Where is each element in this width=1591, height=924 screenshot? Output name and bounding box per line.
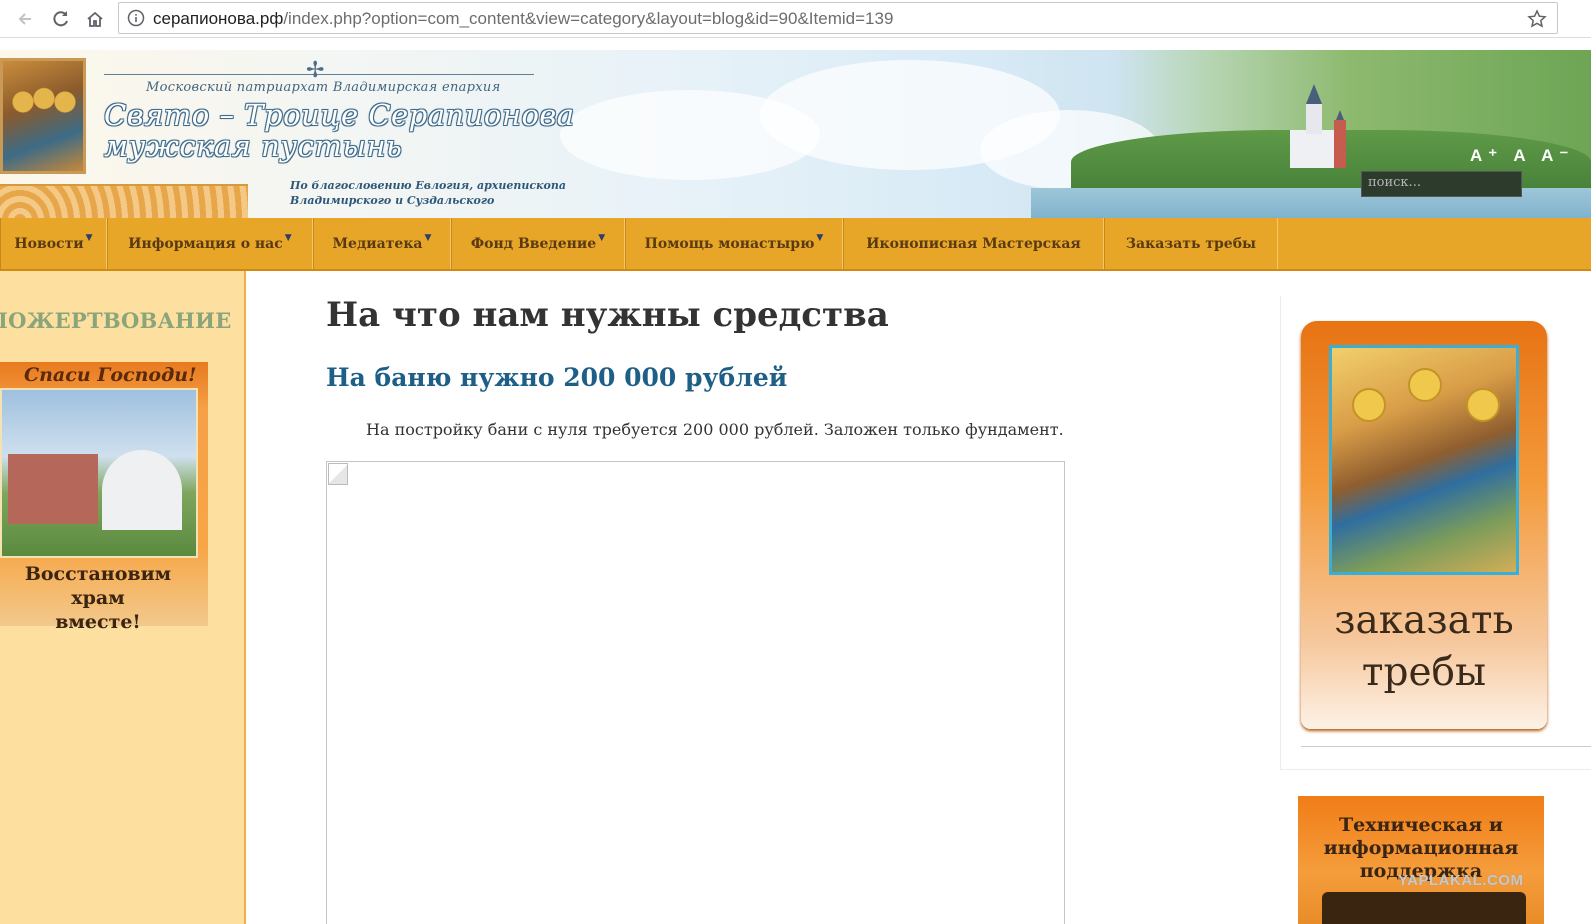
order-treby-line2: требы (1361, 650, 1487, 695)
halo (1466, 388, 1500, 422)
article-title-link[interactable]: На баню нужно 200 000 рублей (326, 363, 787, 392)
menu-item-news[interactable]: Новости ▼ (0, 218, 107, 269)
order-treby-banner[interactable]: заказать требы (1301, 321, 1547, 729)
main-menu: Новости ▼ Информация о нас ▼ Медиатека ▼ Фо… (0, 218, 1591, 271)
donation-banner[interactable]: Спаси Господи! Восстановим храм вместе! (0, 362, 208, 633)
arrow-left-icon[interactable] (12, 6, 38, 32)
decorative-ornament (0, 184, 248, 218)
tech-support-line1: Техническая и (1339, 814, 1503, 836)
trinity-icon-image (1329, 345, 1519, 575)
info-icon[interactable] (127, 9, 145, 31)
menu-item-about[interactable]: Информация о нас ▼ (107, 218, 313, 269)
chevron-down-icon: ▼ (598, 232, 606, 243)
halo (1352, 388, 1386, 422)
halo (1408, 368, 1442, 402)
blessing-line2: Владимирского и Суздальского (290, 194, 495, 207)
menu-item-label: Заказать требы (1125, 235, 1257, 252)
menu-item-fund[interactable]: Фонд Введение ▼ (451, 218, 625, 269)
chevron-down-icon: ▼ (85, 232, 93, 243)
reload-icon[interactable] (48, 6, 74, 32)
blessing-line1: По благословению Евлогия, архиепископа (290, 179, 566, 192)
article-text: На постройку бани с нуля требуется 200 0… (366, 420, 1064, 439)
url-path: /index.php?option=com_content&view=categ… (283, 9, 894, 28)
chevron-down-icon: ▼ (284, 232, 292, 243)
menu-item-label: Новости (14, 235, 84, 252)
address-bar[interactable]: серапионова.рф/index.php?option=com_cont… (118, 2, 1558, 34)
blessing-text: По благословению Евлогия, архиепископа В… (290, 178, 566, 208)
browser-toolbar: серапионова.рф/index.php?option=com_cont… (0, 0, 1591, 38)
site-title-line2: мужская пустынь (104, 129, 403, 163)
home-icon[interactable] (82, 6, 108, 32)
chevron-down-icon: ▼ (424, 232, 432, 243)
church-photo (0, 388, 198, 558)
url-host: серапионова.рф (153, 9, 284, 28)
site-header-banner: Московский патриархат Владимирская епарх… (0, 50, 1591, 218)
chevron-down-icon: ▼ (816, 232, 824, 243)
page-title: На что нам нужны средства (326, 295, 889, 335)
order-treby-text: заказать требы (1301, 595, 1547, 699)
ruined-church (8, 454, 98, 524)
order-treby-line1: заказать (1334, 598, 1514, 643)
donation-banner-line2: вместе! (55, 611, 141, 633)
site-title[interactable]: Свято – Троице Серапионова мужская пусты… (104, 100, 575, 162)
tech-support-line2: информационная (1323, 837, 1519, 859)
donation-banner-line1: Восстановим храм (24, 563, 172, 609)
ornament-line (104, 58, 534, 83)
menu-item-label: Фонд Введение (470, 235, 597, 252)
menu-item-label: Иконописная Мастерская (866, 235, 1081, 252)
menu-item-label: Информация о нас (128, 235, 283, 252)
broken-image-icon (328, 463, 348, 485)
menu-item-icon-workshop[interactable]: Иконописная Мастерская (843, 218, 1104, 269)
menu-item-media[interactable]: Медиатека ▼ (313, 218, 451, 269)
watermark: YAPLAKAL.COM (1398, 872, 1524, 889)
donation-heading: ПОЖЕРТВОВАНИЕ (0, 308, 232, 333)
tech-support-dark-bar (1322, 892, 1526, 924)
menu-item-label: Медиатека (332, 235, 423, 252)
donation-banner-top-text: Спаси Господи! (24, 364, 197, 386)
donation-banner-bottom-text: Восстановим храм вместе! (0, 562, 196, 634)
menu-item-help[interactable]: Помощь монастырю ▼ (625, 218, 843, 269)
right-panel: заказать требы (1280, 296, 1591, 770)
tech-support-banner[interactable]: Техническая и информационная поддержка (1298, 796, 1544, 924)
search-input[interactable]: поиск... (1361, 171, 1522, 197)
right-sidebar: заказать требы Техническая и информацион… (1278, 296, 1591, 924)
main-content: На что нам нужны средства На баню нужно … (248, 271, 1278, 924)
divider (1301, 746, 1591, 747)
header-top-line: Московский патриархат Владимирская епарх… (146, 80, 501, 95)
star-icon[interactable] (1527, 9, 1547, 33)
church-icon (1290, 84, 1346, 168)
font-size-controls[interactable]: A⁺ A A⁻ (1470, 146, 1574, 166)
menu-item-label: Помощь монастырю (644, 235, 815, 252)
article-image (326, 461, 1065, 924)
church-building (102, 450, 182, 530)
menu-item-order-treby[interactable]: Заказать требы (1104, 218, 1278, 269)
site-title-line1: Свято – Троице Серапионова (104, 98, 575, 132)
trinity-icon-image (0, 58, 86, 174)
url-text: серапионова.рф/index.php?option=com_cont… (153, 9, 893, 29)
left-sidebar: ПОЖЕРТВОВАНИЕ Спаси Господи! Восстановим… (0, 271, 246, 924)
